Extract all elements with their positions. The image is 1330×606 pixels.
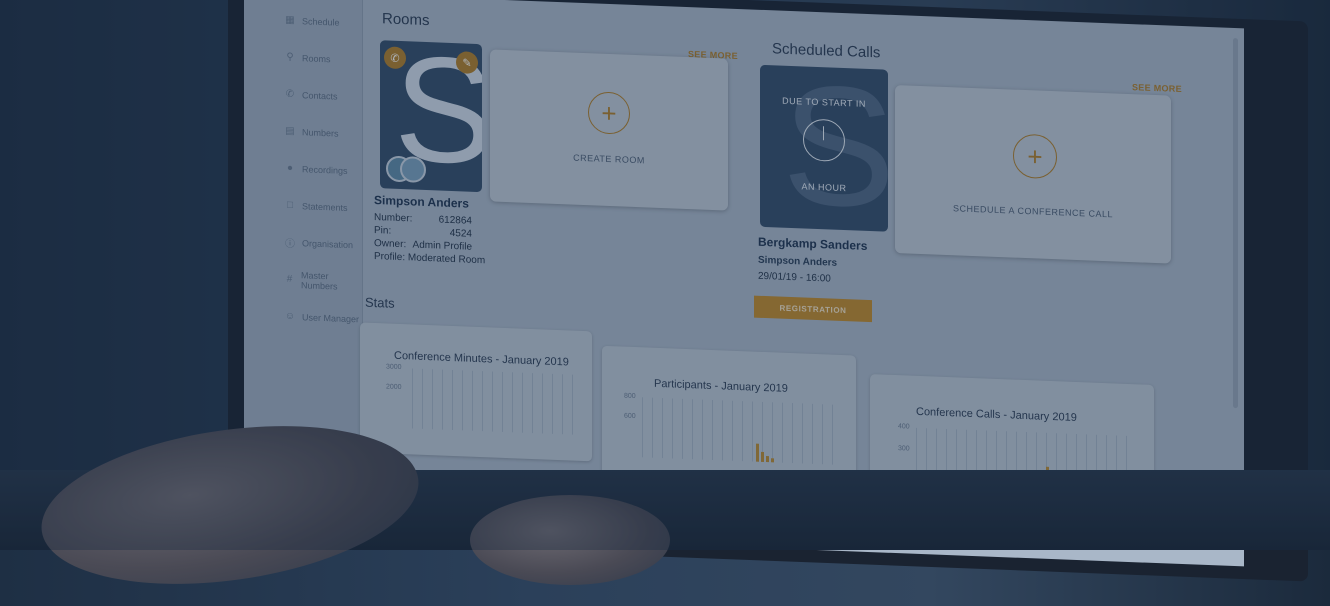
plus-icon: +	[588, 91, 630, 135]
sidebar-item-label: Contacts	[302, 89, 338, 102]
sidebar-item-rooms[interactable]: ⚲ Rooms	[244, 37, 362, 79]
sidebar-item-label: Statements	[302, 200, 348, 213]
schedule-call-label: SCHEDULE A CONFERENCE CALL	[952, 203, 1114, 220]
field-value: 4524	[449, 227, 472, 240]
sidebar-item-label: Schedule	[302, 15, 340, 28]
sidebar-item-label: Master Numbers	[301, 269, 338, 292]
create-room-label: CREATE ROOM	[573, 152, 645, 166]
y-tick-label: 2000	[386, 383, 402, 392]
sidebar-item-label: User Manager	[302, 311, 360, 324]
clock-icon	[803, 118, 845, 163]
sidebar-item-organisation[interactable]: ⓘ Organisation	[244, 222, 362, 264]
schedule-call-card[interactable]: + SCHEDULE A CONFERENCE CALL	[895, 85, 1171, 264]
field-label: Pin:	[374, 224, 392, 237]
y-tick-label: 3000	[386, 363, 402, 372]
calls-see-more-link[interactable]: SEE MORE	[1132, 82, 1182, 94]
room-thumbnail[interactable]: S ✆ ✎	[380, 40, 482, 193]
call-thumbnail[interactable]: S DUE TO START IN AN HOUR	[760, 64, 888, 232]
chart-grid	[642, 397, 842, 465]
file-icon: □	[286, 199, 294, 211]
scheduled-calls-heading: Scheduled Calls	[772, 40, 881, 62]
sidebar-item-label: Organisation	[302, 237, 354, 250]
stat-card-participants: Participants - January 2019 800 600	[602, 345, 856, 486]
rooms-heading: Rooms	[382, 10, 430, 30]
sidebar-item-master-numbers[interactable]: # Master Numbers	[244, 259, 362, 301]
location-pin-icon: ⚲	[286, 51, 294, 63]
users-icon: ☺	[284, 310, 296, 322]
sidebar-item-label: Recordings	[302, 163, 348, 176]
room-info: Simpson Anders Number: 612864 Pin: 4524 …	[374, 193, 485, 267]
field-label: Owner:	[374, 237, 407, 251]
y-tick-label: 800	[624, 392, 636, 401]
right-hand	[470, 495, 670, 585]
create-room-card[interactable]: + CREATE ROOM	[490, 49, 728, 211]
stat-title: Participants - January 2019	[654, 377, 788, 395]
calendar-icon: ▦	[285, 14, 295, 26]
y-tick-label: 400	[898, 423, 910, 431]
room-name: Simpson Anders	[374, 192, 469, 211]
scrollbar[interactable]	[1233, 37, 1238, 409]
sidebar-item-user-manager[interactable]: ☺ User Manager	[244, 296, 362, 338]
sidebar-item-label: Numbers	[302, 126, 339, 139]
bar-group	[756, 432, 786, 463]
registration-button[interactable]: REGISTRATION	[754, 295, 872, 323]
y-tick-label: 600	[624, 412, 636, 421]
document-icon: ▤	[285, 125, 295, 137]
info-icon: ⓘ	[285, 238, 295, 250]
microphone-icon: ●	[286, 162, 294, 174]
sidebar-item-recordings[interactable]: ● Recordings	[244, 148, 362, 190]
sidebar-item-label: Rooms	[302, 52, 331, 64]
chart-grid	[412, 368, 582, 435]
phone-icon: ✆	[285, 88, 295, 100]
stats-heading: Stats	[365, 294, 395, 311]
stat-title: Conference Calls - January 2019	[916, 405, 1077, 424]
avatar	[400, 155, 426, 183]
edit-icon[interactable]: ✎	[456, 51, 478, 74]
phone-icon[interactable]: ✆	[384, 46, 406, 70]
sidebar-item-schedule[interactable]: ▦ Schedule	[244, 0, 362, 42]
y-tick-label: 300	[898, 445, 910, 453]
call-info: Bergkamp Sanders Simpson Anders 29/01/19…	[758, 235, 867, 289]
hash-icon: #	[286, 273, 293, 285]
call-title: Bergkamp Sanders	[758, 234, 868, 253]
call-datetime: 29/01/19 - 16:00	[758, 270, 831, 285]
sidebar-item-numbers[interactable]: ▤ Numbers	[244, 111, 362, 153]
field-value: 612864	[438, 214, 472, 227]
sidebar-item-contacts[interactable]: ✆ Contacts	[244, 74, 362, 116]
stat-card-minutes: Conference Minutes - January 2019 3000 2…	[360, 322, 592, 462]
stat-title: Conference Minutes - January 2019	[394, 349, 569, 369]
plus-icon: +	[1013, 133, 1057, 180]
sidebar-item-statements[interactable]: □ Statements	[244, 185, 362, 227]
